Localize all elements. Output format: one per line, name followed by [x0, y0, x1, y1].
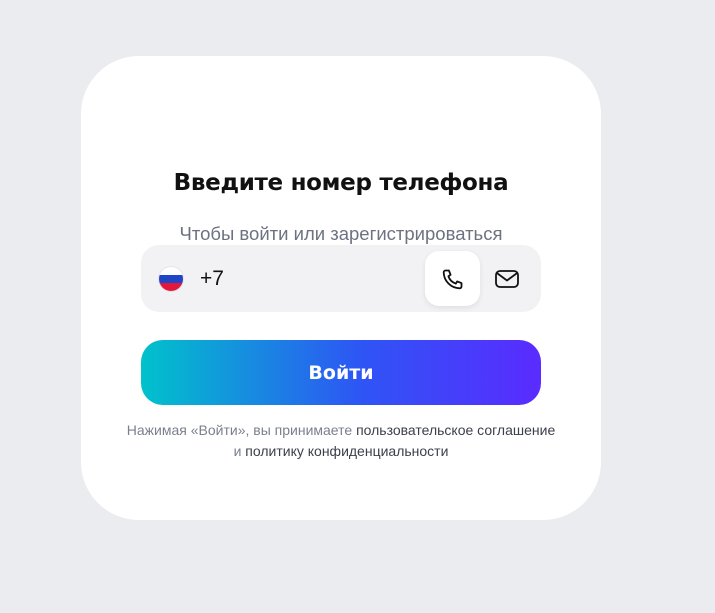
email-mode-toggle[interactable] [479, 251, 534, 306]
user-agreement-link[interactable]: пользовательское соглашение [356, 422, 555, 438]
mail-icon [494, 269, 519, 288]
login-card: Введите номер телефона Чтобы войти или з… [81, 56, 601, 520]
page-title: Введите номер телефона [173, 170, 509, 196]
phone-mode-toggle[interactable] [425, 251, 480, 306]
phone-input[interactable] [233, 259, 423, 297]
russia-flag-icon [159, 267, 183, 291]
privacy-policy-link[interactable]: политику конфиденциальности [245, 443, 448, 459]
login-button[interactable]: Войти [141, 340, 541, 405]
terms-notice: Нажимая «Войти», вы принимаете пользоват… [121, 420, 561, 462]
page-subtitle: Чтобы войти или зарегистрироваться [179, 223, 503, 244]
country-code-prefix: +7 [200, 267, 224, 290]
terms-prefix: Нажимая «Войти», вы принимаете [126, 422, 353, 438]
phone-icon [442, 269, 462, 289]
phone-field: +7 [141, 245, 541, 312]
terms-conjunction: и [233, 443, 242, 459]
